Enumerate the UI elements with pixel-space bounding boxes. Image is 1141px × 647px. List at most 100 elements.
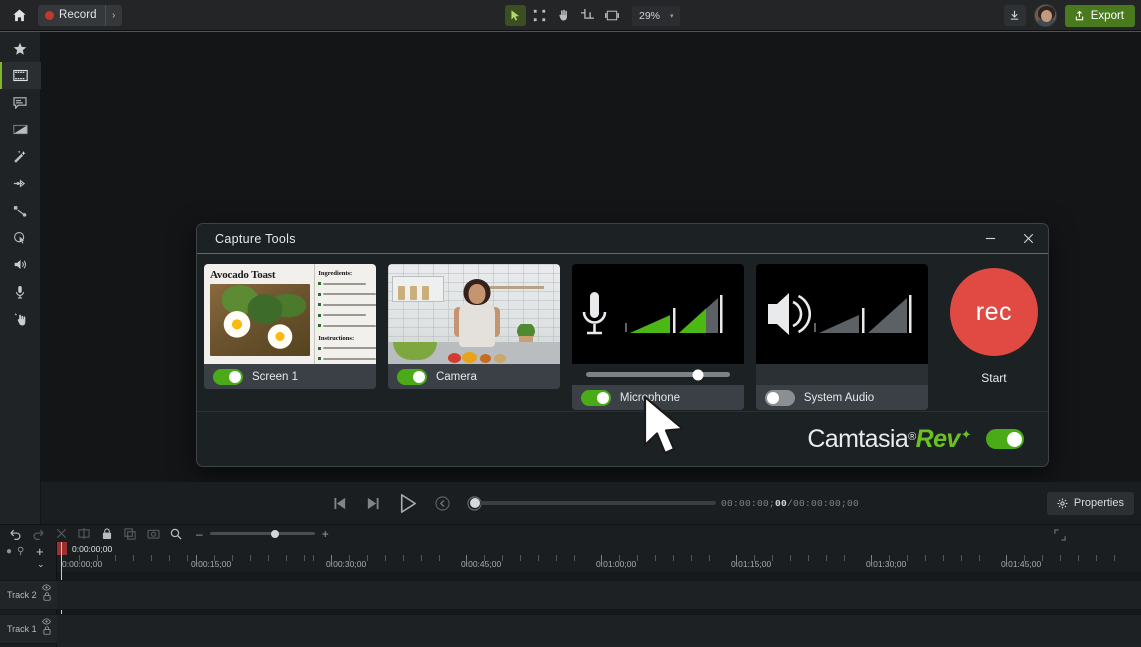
zoom-to-fit-button[interactable] bbox=[169, 527, 183, 541]
sidebar-item-voice-narration[interactable] bbox=[0, 278, 41, 305]
play-button[interactable] bbox=[394, 490, 420, 516]
screen-1-preview: Avocado Toast Ingredients: Instructions: bbox=[204, 264, 376, 364]
playhead-marker[interactable] bbox=[57, 542, 67, 555]
add-track-button[interactable]: + bbox=[36, 544, 44, 559]
sidebar-item-favorites[interactable] bbox=[0, 35, 41, 62]
track-1-header[interactable]: Track 1 bbox=[0, 614, 57, 644]
timeline-ruler[interactable]: 0:00:00;00 0:00:15;00 0:00:30;00 0:00:45… bbox=[57, 542, 1141, 572]
properties-button[interactable]: Properties bbox=[1046, 491, 1134, 515]
system-audio-toggle[interactable] bbox=[764, 389, 795, 406]
collapse-tracks-button[interactable]: ⌄ bbox=[37, 559, 45, 570]
minimize-button[interactable] bbox=[982, 231, 998, 247]
sidebar-item-annotations[interactable] bbox=[0, 89, 41, 116]
motion-arrow-icon bbox=[13, 179, 25, 188]
avatar-face bbox=[1040, 10, 1052, 22]
screen-1-toggle[interactable] bbox=[213, 368, 243, 385]
eye-icon[interactable] bbox=[42, 584, 51, 591]
scrubber-handle[interactable] bbox=[470, 498, 480, 508]
microphone-card[interactable]: Microphone bbox=[571, 264, 744, 410]
cut-button[interactable] bbox=[54, 527, 68, 541]
recipe-bullet bbox=[318, 290, 376, 298]
next-frame-button[interactable] bbox=[362, 493, 382, 513]
start-recording-button[interactable]: rec bbox=[949, 268, 1038, 356]
hand-tool-button[interactable] bbox=[553, 5, 574, 26]
ruler-label: 0:01:15;00 bbox=[731, 559, 772, 569]
hand-icon bbox=[559, 9, 567, 21]
undo-button[interactable] bbox=[8, 527, 22, 541]
previous-frame-button[interactable] bbox=[330, 493, 350, 513]
sidebar-item-animations[interactable] bbox=[0, 197, 41, 224]
lock-button[interactable] bbox=[100, 527, 114, 541]
snapshot-button[interactable] bbox=[146, 527, 160, 541]
home-button[interactable] bbox=[7, 3, 31, 27]
sidebar-item-media[interactable] bbox=[0, 62, 41, 89]
undo-icon bbox=[9, 529, 20, 540]
sidebar-item-cursor-effects[interactable] bbox=[0, 224, 41, 251]
sidebar-item-behaviors[interactable] bbox=[0, 170, 41, 197]
speaker-icon bbox=[767, 293, 811, 335]
crop-tool-button[interactable] bbox=[577, 5, 598, 26]
camtasia-rev-toggle[interactable] bbox=[986, 429, 1024, 449]
properties-label: Properties bbox=[1073, 497, 1124, 509]
eye-icon[interactable] bbox=[42, 618, 51, 625]
record-label: Record bbox=[59, 9, 97, 21]
record-dropdown-chevron-icon[interactable]: › bbox=[104, 4, 122, 26]
microphone-slider-knob[interactable] bbox=[692, 369, 704, 380]
record-marker-icon[interactable]: ● bbox=[6, 546, 12, 557]
close-button[interactable] bbox=[1020, 231, 1036, 247]
zoom-in-button[interactable]: + bbox=[322, 527, 329, 541]
sidebar-item-audio-effects[interactable] bbox=[0, 251, 41, 278]
lock-icon[interactable] bbox=[42, 592, 51, 601]
sidebar-item-gestures[interactable] bbox=[0, 305, 41, 332]
system-audio-label: System Audio bbox=[803, 391, 875, 404]
download-button[interactable] bbox=[1003, 5, 1026, 26]
microphone-slider-track[interactable] bbox=[585, 369, 730, 380]
camera-toggle[interactable] bbox=[396, 368, 427, 385]
sidebar-item-effects[interactable] bbox=[0, 143, 41, 170]
pointer-tool-button[interactable] bbox=[505, 5, 526, 26]
camera-card[interactable]: Camera bbox=[387, 264, 560, 389]
playback-toolbar: 00:00:00;00/00:00:00;00 Properties bbox=[41, 482, 1141, 524]
zoom-out-button[interactable]: – bbox=[196, 527, 203, 541]
track-1-lane[interactable] bbox=[57, 614, 1141, 644]
crop-icon bbox=[581, 9, 594, 22]
avatar[interactable] bbox=[1033, 4, 1057, 27]
lock-icon[interactable] bbox=[42, 626, 51, 635]
fit-canvas-button[interactable] bbox=[601, 5, 622, 26]
start-recording-caption: Start bbox=[981, 371, 1007, 385]
microphone-level-meter bbox=[582, 292, 723, 335]
previous-marker-button[interactable] bbox=[432, 493, 452, 513]
copy-button[interactable] bbox=[123, 527, 137, 541]
track-2-lane[interactable] bbox=[57, 580, 1141, 610]
selection-tool-button[interactable] bbox=[529, 5, 550, 26]
recipe-right-column: Ingredients: Instructions: bbox=[314, 264, 376, 364]
recipe-left-column: Avocado Toast bbox=[204, 264, 314, 364]
microphone-volume-slider[interactable] bbox=[571, 364, 744, 385]
timecode-current-frames: 00 bbox=[775, 497, 788, 509]
gutter-tools: ● ⚲ bbox=[0, 542, 56, 557]
zoom-level-select[interactable]: 29% ▾ bbox=[632, 5, 680, 26]
timeline-zoom-slider[interactable]: – + bbox=[196, 527, 329, 541]
screen-1-card[interactable]: Avocado Toast Ingredients: Instructions:… bbox=[204, 264, 376, 389]
record-button[interactable]: Record › bbox=[38, 4, 122, 26]
timeline-zoom-knob[interactable] bbox=[270, 529, 279, 538]
chevron-down-icon: ▾ bbox=[670, 12, 674, 20]
kitchen-jar bbox=[421, 286, 429, 300]
system-audio-card[interactable]: System Audio bbox=[755, 264, 928, 410]
playhead[interactable]: 0:00:00;00 bbox=[57, 542, 112, 555]
microphone-toggle[interactable] bbox=[580, 389, 611, 406]
timeline-zoom-track[interactable] bbox=[209, 529, 315, 538]
redo-button[interactable] bbox=[31, 527, 45, 541]
dialog-title: Capture Tools bbox=[215, 231, 296, 246]
marker-pin-icon[interactable]: ⚲ bbox=[17, 546, 24, 557]
playback-scrubber[interactable] bbox=[470, 498, 716, 508]
kitchen-jar bbox=[409, 286, 417, 300]
track-2-header[interactable]: Track 2 bbox=[0, 580, 57, 610]
record-chip-main[interactable]: Record bbox=[38, 9, 105, 21]
split-button[interactable] bbox=[77, 527, 91, 541]
record-dot-icon bbox=[45, 10, 54, 20]
export-button[interactable]: Export bbox=[1064, 4, 1135, 27]
timeline-horizontal-scrollbar[interactable] bbox=[57, 643, 1141, 647]
topbar-right-group: Export bbox=[1003, 0, 1135, 31]
sidebar-item-transitions[interactable] bbox=[0, 116, 41, 143]
